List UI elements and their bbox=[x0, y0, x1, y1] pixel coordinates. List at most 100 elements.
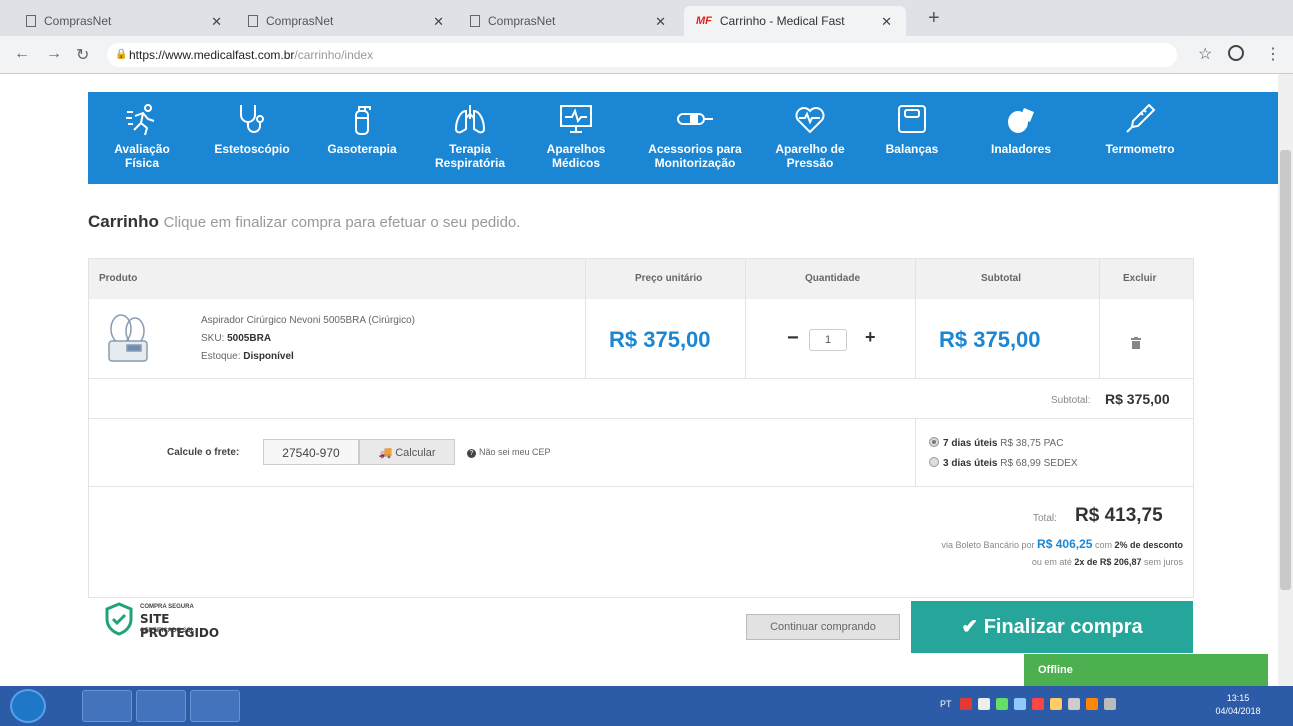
account-icon[interactable] bbox=[1228, 45, 1244, 61]
category-inaladores[interactable]: Inaladores bbox=[974, 92, 1068, 184]
close-tab-icon[interactable]: ✕ bbox=[655, 14, 666, 30]
shipping-option-pac[interactable]: 7 dias úteis R$ 38,75 PAC bbox=[929, 437, 1063, 449]
installment-text: ou em até 2x de R$ 206,87 sem juros bbox=[1031, 557, 1183, 567]
radio-unselected[interactable] bbox=[929, 457, 939, 467]
subtotal-label: Subtotal: bbox=[1051, 395, 1091, 406]
stethoscope-icon bbox=[240, 105, 264, 133]
shield-check-icon bbox=[105, 602, 133, 636]
site-protegido-seal: COMPRA SEGURA SITE PROTEGIDO CERTIFICADO… bbox=[104, 602, 244, 642]
taskbar-explorer-icon[interactable] bbox=[82, 690, 132, 722]
quantity-increase-button[interactable]: + bbox=[865, 327, 876, 348]
scale-icon bbox=[898, 105, 926, 133]
inhaler-icon bbox=[1008, 108, 1034, 133]
category-avaliacao-fisica[interactable]: Avaliação Física bbox=[96, 92, 188, 184]
category-aparelho-pressao[interactable]: Aparelho de Pressão bbox=[764, 92, 856, 184]
tab-title: ComprasNet bbox=[266, 14, 334, 28]
shipping-option-sedex[interactable]: 3 dias úteis R$ 68,99 SEDEX bbox=[929, 457, 1078, 469]
close-tab-icon[interactable]: ✕ bbox=[211, 14, 222, 30]
category-aparelhos-medicos[interactable]: Aparelhos Médicos bbox=[534, 92, 618, 184]
calculate-shipping-button[interactable]: 🚚 Calcular bbox=[359, 439, 455, 465]
windows-start-button[interactable] bbox=[10, 689, 46, 723]
continue-shopping-button[interactable]: Continuar comprando bbox=[746, 614, 900, 640]
header-quantity: Quantidade bbox=[805, 273, 861, 284]
category-acessorios-monitorizacao[interactable]: Acessorios para Monitorização bbox=[634, 92, 756, 184]
product-thumbnail[interactable] bbox=[105, 309, 151, 367]
close-tab-icon[interactable]: ✕ bbox=[881, 14, 892, 30]
page-title: Carrinho bbox=[88, 212, 159, 231]
cart-heading: Carrinho Clique em finalizar compra para… bbox=[88, 212, 520, 232]
subtotal-line: Subtotal: R$ 375,00 bbox=[89, 379, 1193, 419]
category-terapia-respiratoria[interactable]: Terapia Respiratória bbox=[420, 92, 520, 184]
category-estetoscopio[interactable]: Estetoscópio bbox=[202, 92, 302, 184]
seal-bottom-text: CERTIFICADO SSL bbox=[140, 628, 195, 634]
windows-taskbar: PT 13:15 04/04/2018 bbox=[0, 686, 1293, 726]
tab-comprasnet-2[interactable]: ComprasNet ✕ bbox=[236, 6, 458, 36]
boleto-discount-text: via Boleto Bancário por R$ 406,25 com 2%… bbox=[941, 537, 1183, 551]
forward-arrow-icon[interactable]: → bbox=[46, 45, 62, 63]
address-bar[interactable]: 🔒 https://www.medicalfast.com.br/carrinh… bbox=[107, 43, 1177, 67]
header-delete: Excluir bbox=[1123, 273, 1157, 284]
tab-comprasnet-3[interactable]: ComprasNet ✕ bbox=[458, 6, 680, 36]
system-tray[interactable] bbox=[960, 698, 1192, 714]
cep-input[interactable]: 27540-970 bbox=[263, 439, 359, 465]
tab-title: ComprasNet bbox=[44, 14, 112, 28]
header-product: Produto bbox=[99, 273, 138, 284]
subtotal-value: R$ 375,00 bbox=[1105, 391, 1170, 407]
lock-icon: 🔒 bbox=[115, 49, 128, 60]
cart-table: Produto Preço unitário Quantidade Subtot… bbox=[88, 258, 1194, 598]
medical-fast-favicon-icon: MF bbox=[696, 15, 712, 27]
language-indicator[interactable]: PT bbox=[940, 699, 952, 709]
browser-toolbar: ← → ↻ 🔒 https://www.medicalfast.com.br/c… bbox=[0, 36, 1293, 74]
unknown-cep-link[interactable]: ? Não sei meu CEP bbox=[467, 447, 551, 458]
close-tab-icon[interactable]: ✕ bbox=[433, 14, 444, 30]
tab-title: ComprasNet bbox=[488, 14, 556, 28]
quantity-decrease-button[interactable]: − bbox=[787, 327, 799, 350]
chat-widget[interactable]: Offline bbox=[1024, 654, 1268, 686]
product-stock: Estoque: Disponível bbox=[201, 351, 294, 362]
browser-tab-strip: ComprasNet ✕ ComprasNet ✕ ComprasNet ✕ M… bbox=[0, 0, 1293, 36]
runner-icon bbox=[126, 104, 155, 136]
radio-selected[interactable] bbox=[929, 437, 939, 447]
page-subtitle: Clique em finalizar compra para efetuar … bbox=[163, 214, 521, 231]
trash-icon[interactable] bbox=[1131, 337, 1141, 349]
table-header: Produto Preço unitário Quantidade Subtot… bbox=[89, 259, 1193, 299]
total-section: Total: R$ 413,75 via Boleto Bancário por… bbox=[89, 487, 1193, 599]
category-gasoterapia[interactable]: Gasoterapia bbox=[314, 92, 410, 184]
browser-menu-icon[interactable]: ⋮ bbox=[1265, 44, 1281, 64]
shipping-label: Calcule o frete: bbox=[167, 447, 240, 458]
question-icon: ? bbox=[467, 449, 476, 458]
bookmark-star-icon[interactable]: ☆ bbox=[1198, 44, 1212, 64]
reload-icon[interactable]: ↻ bbox=[76, 45, 89, 65]
tab-carrinho[interactable]: MF Carrinho - Medical Fast ✕ bbox=[684, 6, 906, 36]
quantity-input[interactable] bbox=[809, 329, 847, 351]
category-nav: Avaliação Física Estetoscópio Gasoterapi… bbox=[88, 92, 1278, 184]
shipping-section: Calcule o frete: 27540-970 🚚 Calcular ? N… bbox=[89, 419, 1193, 487]
taskbar-spreadsheet-icon[interactable] bbox=[190, 690, 240, 722]
total-label: Total: bbox=[1033, 513, 1057, 524]
header-subtotal: Subtotal bbox=[981, 273, 1021, 284]
document-icon bbox=[248, 15, 258, 27]
tab-comprasnet-1[interactable]: ComprasNet ✕ bbox=[14, 6, 236, 36]
chat-status: Offline bbox=[1038, 664, 1073, 676]
document-icon bbox=[26, 15, 36, 27]
scrollbar-thumb[interactable] bbox=[1280, 150, 1291, 590]
clock[interactable]: 13:15 04/04/2018 bbox=[1208, 692, 1268, 718]
check-icon: ✔ bbox=[961, 616, 979, 638]
finalize-purchase-button[interactable]: ✔ Finalizar compra bbox=[911, 601, 1193, 653]
category-termometro[interactable]: Termometro bbox=[1084, 92, 1196, 184]
new-tab-button[interactable]: + bbox=[928, 7, 940, 30]
category-balancas[interactable]: Balanças bbox=[872, 92, 952, 184]
seal-main-text: SITE PROTEGIDO bbox=[140, 612, 220, 640]
oxygen-cylinder-icon bbox=[355, 106, 371, 135]
thermometer-icon bbox=[1126, 103, 1156, 133]
sensor-icon bbox=[677, 113, 713, 125]
url-path: /carrinho/index bbox=[294, 48, 374, 62]
taskbar-chrome-icon[interactable] bbox=[136, 690, 186, 722]
document-icon bbox=[470, 15, 480, 27]
total-value: R$ 413,75 bbox=[1075, 505, 1163, 526]
unit-price: R$ 375,00 bbox=[609, 327, 711, 352]
tab-title: Carrinho - Medical Fast bbox=[719, 14, 845, 28]
product-name[interactable]: Aspirador Cirúrgico Nevoni 5005BRA (Cirú… bbox=[201, 315, 415, 326]
back-arrow-icon[interactable]: ← bbox=[14, 45, 30, 63]
lungs-icon bbox=[454, 105, 486, 134]
